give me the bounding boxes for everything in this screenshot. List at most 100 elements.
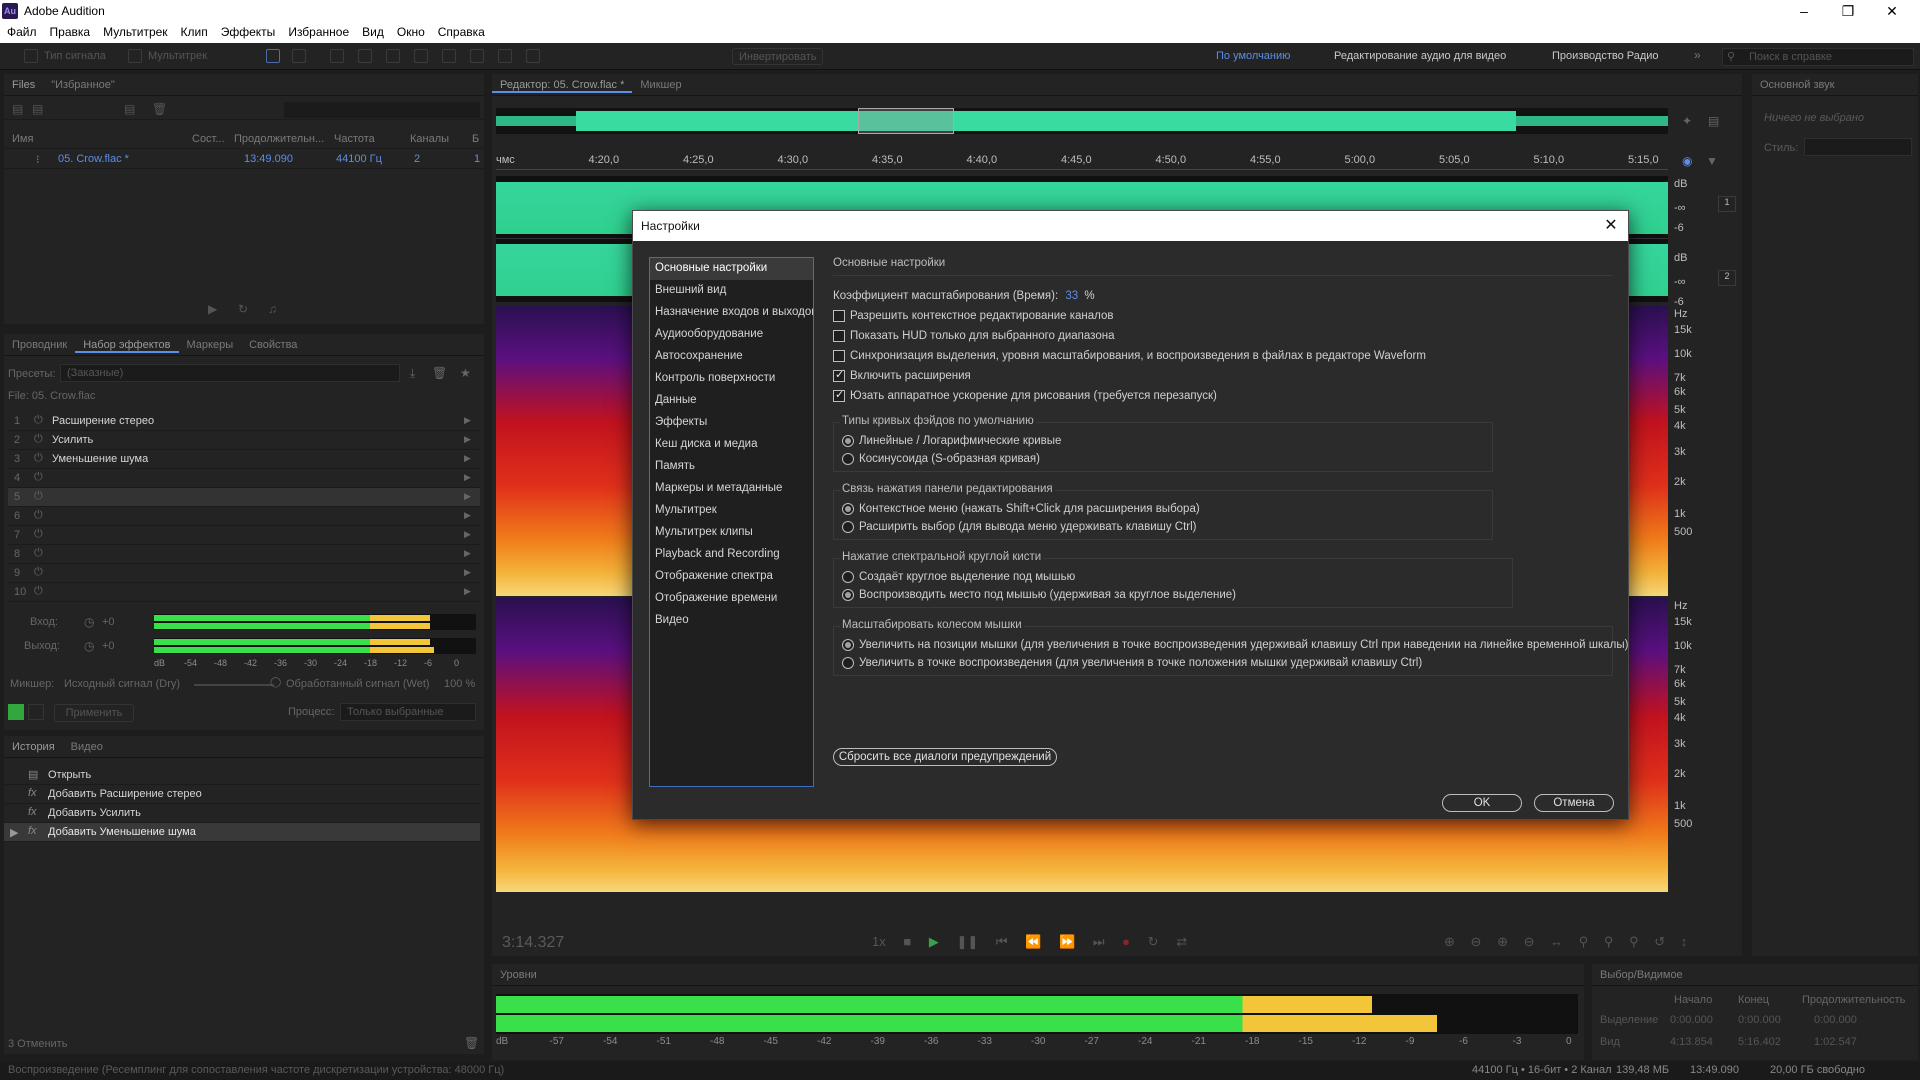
dialog-close-icon[interactable]: ✕ <box>1600 215 1622 237</box>
rack-slot[interactable]: 2 ⏻ Усилить ▶ <box>8 431 480 450</box>
brush-tool-icon[interactable] <box>498 49 512 63</box>
radio-row[interactable]: Косинусоида (S-образная кривая) <box>842 453 1484 465</box>
slip-tool-icon[interactable] <box>386 49 400 63</box>
expand-arrow-icon[interactable]: ▶ <box>464 491 471 502</box>
col-channels[interactable]: Каналы <box>410 133 449 145</box>
checkbox-row[interactable]: Юзать аппаратное ускорение для рисования… <box>833 388 1613 402</box>
radio-row[interactable]: Воспроизводить место под мышью (удержива… <box>842 589 1504 601</box>
power-icon[interactable]: ⏻ <box>34 509 43 522</box>
nav-item[interactable]: Мультитрек клипы <box>650 522 813 544</box>
expand-arrow-icon[interactable]: ▶ <box>464 434 471 445</box>
spectral-display-icon[interactable] <box>266 49 280 63</box>
col-status[interactable]: Сост... <box>192 133 225 145</box>
speed-label[interactable]: 1x <box>872 934 886 949</box>
play-icon[interactable]: ▶ <box>208 302 217 316</box>
sel-start[interactable]: 0:00.000 <box>1670 1014 1713 1026</box>
power-icon[interactable]: ⏻ <box>34 585 43 598</box>
checkbox[interactable] <box>833 330 845 343</box>
nav-item[interactable]: Playback and Recording <box>650 544 813 566</box>
power-icon[interactable]: ⏻ <box>34 452 43 465</box>
radio-row[interactable]: Создаёт круглое выделение под мышью <box>842 571 1504 583</box>
expand-arrow-icon[interactable]: ▶ <box>464 453 471 464</box>
checkbox-row[interactable]: Показать HUD только для выбранного диапа… <box>833 330 1613 342</box>
minimize-button[interactable]: – <box>1782 0 1826 22</box>
power-icon[interactable]: ⏻ <box>34 547 43 560</box>
zoom-selection-icon[interactable]: ⚲ <box>1579 934 1589 949</box>
zoom-in-time-icon[interactable]: ⊕ <box>1497 934 1508 949</box>
current-time[interactable]: 3:14.327 <box>502 934 564 952</box>
radio-button[interactable] <box>842 435 854 448</box>
radio-row[interactable]: Увеличить на позиции мышки (для увеличен… <box>842 639 1628 651</box>
checkbox[interactable] <box>833 350 845 363</box>
radio-row[interactable]: Расширить выбор (для вывода меню удержив… <box>842 521 1484 533</box>
rewind-icon[interactable]: ⏪ <box>1025 934 1041 949</box>
radio-row[interactable]: Контекстное меню (нажать Shift+Click для… <box>842 503 1484 515</box>
menu-view[interactable]: Вид <box>355 22 390 39</box>
overview-options-icon[interactable]: ▤ <box>1708 114 1719 128</box>
zoom-reset-time-icon[interactable]: ↺ <box>1654 934 1665 949</box>
favorite-star-icon[interactable]: ★ <box>460 366 471 380</box>
marker-icon[interactable]: ▼ <box>1706 154 1718 168</box>
rack-slot[interactable]: 4 ⏻ ▶ <box>8 469 480 488</box>
nav-item[interactable]: Эффекты <box>650 412 813 434</box>
tab-properties[interactable]: Свойства <box>241 334 305 351</box>
rack-slot[interactable]: 8 ⏻ ▶ <box>8 545 480 564</box>
zoom-in-point-icon[interactable]: ⚲ <box>1604 934 1614 949</box>
invert-button[interactable]: Инвертировать <box>732 48 824 65</box>
go-to-start-icon[interactable]: ⏮ <box>996 934 1008 949</box>
channel-toggle-1[interactable]: 1 <box>1718 196 1736 212</box>
rack-list-icon[interactable] <box>28 704 44 720</box>
sel-end[interactable]: 0:00.000 <box>1738 1014 1781 1026</box>
col-rate[interactable]: Частота <box>334 133 375 145</box>
nav-item[interactable]: Автосохранение <box>650 346 813 368</box>
radio-button[interactable] <box>842 571 854 584</box>
menu-clip[interactable]: Клип <box>174 22 214 39</box>
workspace-default[interactable]: По умолчанию <box>1216 50 1290 62</box>
rack-power-icon[interactable] <box>8 704 24 720</box>
loop-playback-icon[interactable]: ↻ <box>1148 934 1159 949</box>
history-delete-icon[interactable]: 🗑 <box>464 1036 479 1050</box>
volume-icon[interactable]: ♫ <box>268 302 277 316</box>
nav-item[interactable]: Аудиооборудование <box>650 324 813 346</box>
zoom-out-amplitude-icon[interactable]: ⊖ <box>1471 934 1482 949</box>
zoom-in-amplitude-icon[interactable]: ⊕ <box>1444 934 1455 949</box>
spot-healing-icon[interactable] <box>526 49 540 63</box>
rack-slot[interactable]: 1 ⏻ Расширение стерео ▶ <box>8 412 480 431</box>
marquee-tool-icon[interactable] <box>442 49 456 63</box>
mix-slider[interactable] <box>194 684 274 686</box>
loop-icon[interactable]: ↻ <box>238 302 248 316</box>
checkbox-row[interactable]: Разрешить контекстное редактирование кан… <box>833 310 1613 322</box>
nav-item[interactable]: Отображение спектра <box>650 566 813 588</box>
power-icon[interactable]: ⏻ <box>34 414 43 427</box>
expand-arrow-icon[interactable]: ▶ <box>464 567 471 578</box>
zoom-factor-value[interactable]: 33 <box>1065 290 1078 302</box>
nav-item[interactable]: Отображение времени <box>650 588 813 610</box>
view-duration[interactable]: 1:02.547 <box>1814 1036 1857 1048</box>
fast-forward-icon[interactable]: ⏩ <box>1059 934 1075 949</box>
close-window-button[interactable]: ✕ <box>1870 0 1914 22</box>
play-icon[interactable]: ▶ <box>929 934 939 949</box>
expand-arrow-icon[interactable]: ▶ <box>464 586 471 597</box>
zoom-full-icon[interactable]: ↔ <box>1550 934 1563 949</box>
power-icon[interactable]: ⏻ <box>34 566 43 579</box>
menu-file[interactable]: Файл <box>0 22 43 39</box>
rack-slot[interactable]: 7 ⏻ ▶ <box>8 526 480 545</box>
tab-files[interactable]: Files <box>4 74 43 91</box>
reset-warnings-button[interactable]: Сбросить все диалоги предупреждений <box>833 748 1057 766</box>
overview-waveform[interactable] <box>496 108 1668 134</box>
col-bits[interactable]: Б <box>472 133 479 145</box>
nav-item[interactable]: Кеш диска и медиа <box>650 434 813 456</box>
nav-item[interactable]: Мультитрек <box>650 500 813 522</box>
delete-preset-icon[interactable]: 🗑 <box>432 366 447 380</box>
menu-window[interactable]: Окно <box>390 22 431 39</box>
wet-percent[interactable]: 100 % <box>444 678 475 690</box>
menu-favorites[interactable]: Избранное <box>281 22 355 39</box>
tab-effects-rack[interactable]: Набор эффектов <box>75 334 179 353</box>
menu-help[interactable]: Справка <box>431 22 491 39</box>
rack-slot[interactable]: 9 ⏻ ▶ <box>8 564 480 583</box>
pause-icon[interactable]: ❚❚ <box>956 934 978 949</box>
delete-icon[interactable]: 🗑 <box>152 102 167 116</box>
nav-item[interactable]: Назначение входов и выходов <box>650 302 813 324</box>
radio-row[interactable]: Увеличить в точке воспроизведения (для у… <box>842 657 1604 669</box>
radio-row[interactable]: Линейные / Логарифмические кривые <box>842 435 1484 447</box>
